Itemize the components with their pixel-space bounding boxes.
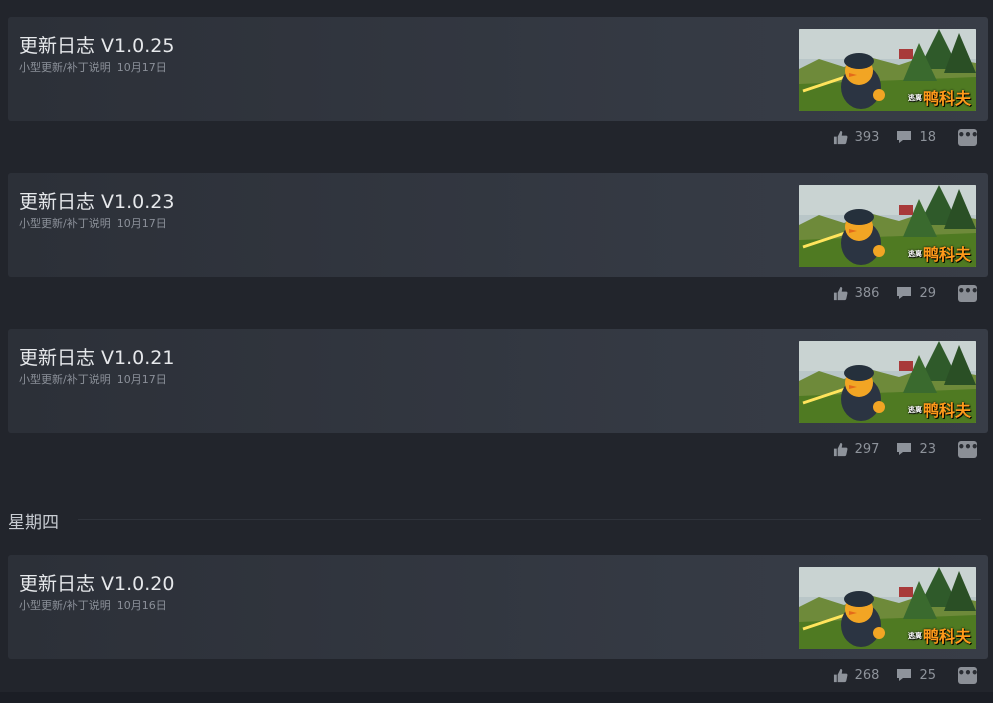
event-thumbnail[interactable]: 逃离鸭科夫 [799, 567, 976, 649]
event-card[interactable]: 更新日志 V1.0.23 小型更新/补丁说明 10月17日 逃离鸭科夫 [8, 173, 988, 277]
event-thumbnail[interactable]: 逃离鸭科夫 [799, 341, 976, 423]
event-stats: 297 23 ••• [833, 438, 979, 460]
event-date: 10月16日 [116, 599, 167, 612]
event-card[interactable]: 更新日志 V1.0.25 小型更新/补丁说明 10月17日 逃离鸭科夫 [8, 17, 988, 121]
thumbs-up-icon [833, 668, 848, 682]
event-stats: 268 25 ••• [833, 664, 979, 686]
thumbnail-logo: 逃离鸭科夫 [907, 401, 971, 420]
event-card[interactable]: 更新日志 V1.0.21 小型更新/补丁说明 10月17日 逃离鸭科夫 [8, 329, 988, 433]
ellipsis-icon: ••• [957, 666, 979, 680]
event-meta: 小型更新/补丁说明 10月17日 [19, 371, 167, 387]
event-meta: 小型更新/补丁说明 10月16日 [19, 597, 167, 613]
event-title: 更新日志 V1.0.20 [19, 573, 175, 595]
event-date: 10月17日 [116, 373, 167, 386]
event-category: 小型更新/补丁说明 [19, 61, 111, 74]
comment-count: 23 [919, 441, 936, 457]
comment-count: 29 [919, 285, 936, 301]
thumbnail-logo: 逃离鸭科夫 [907, 245, 971, 264]
event-category: 小型更新/补丁说明 [19, 217, 111, 230]
more-options-button[interactable]: ••• [957, 666, 979, 684]
day-header-divider [78, 519, 981, 520]
more-options-button[interactable]: ••• [957, 440, 979, 458]
comment-bubble-icon [897, 131, 912, 143]
event-card[interactable]: 更新日志 V1.0.20 小型更新/补丁说明 10月16日 逃离鸭科夫 [8, 555, 988, 659]
comment-button[interactable]: 18 [896, 130, 936, 145]
event-date: 10月17日 [116, 61, 167, 74]
comment-button[interactable]: 29 [896, 286, 936, 301]
comment-count: 18 [919, 129, 936, 145]
like-count: 393 [854, 129, 880, 145]
event-meta: 小型更新/补丁说明 10月17日 [19, 215, 167, 231]
like-count: 386 [854, 285, 880, 301]
event-title: 更新日志 V1.0.21 [19, 347, 175, 369]
event-thumbnail[interactable]: 逃离鸭科夫 [799, 185, 976, 267]
more-options-button[interactable]: ••• [957, 284, 979, 302]
like-button[interactable]: 386 [833, 285, 880, 301]
event-date: 10月17日 [116, 217, 167, 230]
event-category: 小型更新/补丁说明 [19, 599, 111, 612]
comment-count: 25 [919, 667, 936, 683]
event-title: 更新日志 V1.0.25 [19, 35, 175, 57]
thumbs-up-icon [833, 442, 848, 456]
event-meta: 小型更新/补丁说明 10月17日 [19, 59, 167, 75]
like-button[interactable]: 297 [833, 441, 880, 457]
thumbs-up-icon [833, 286, 848, 300]
comment-button[interactable]: 25 [896, 668, 936, 683]
like-button[interactable]: 268 [833, 667, 880, 683]
ellipsis-icon: ••• [957, 284, 979, 298]
thumbnail-logo: 逃离鸭科夫 [907, 89, 971, 108]
thumbnail-logo: 逃离鸭科夫 [907, 627, 971, 646]
like-button[interactable]: 393 [833, 129, 880, 145]
more-options-button[interactable]: ••• [957, 128, 979, 146]
day-header: 星期四 [8, 513, 59, 533]
comment-bubble-icon [897, 287, 912, 299]
comment-bubble-icon [897, 443, 912, 455]
like-count: 268 [854, 667, 880, 683]
ellipsis-icon: ••• [957, 128, 979, 142]
event-stats: 393 18 ••• [833, 126, 979, 148]
thumbs-up-icon [833, 130, 848, 144]
comment-button[interactable]: 23 [896, 442, 936, 457]
event-stats: 386 29 ••• [833, 282, 979, 304]
like-count: 297 [854, 441, 880, 457]
comment-bubble-icon [897, 669, 912, 681]
ellipsis-icon: ••• [957, 440, 979, 454]
event-category: 小型更新/补丁说明 [19, 373, 111, 386]
event-feed: 更新日志 V1.0.25 小型更新/补丁说明 10月17日 逃离鸭科夫 393 … [0, 0, 993, 703]
event-title: 更新日志 V1.0.23 [19, 191, 175, 213]
event-thumbnail[interactable]: 逃离鸭科夫 [799, 29, 976, 111]
